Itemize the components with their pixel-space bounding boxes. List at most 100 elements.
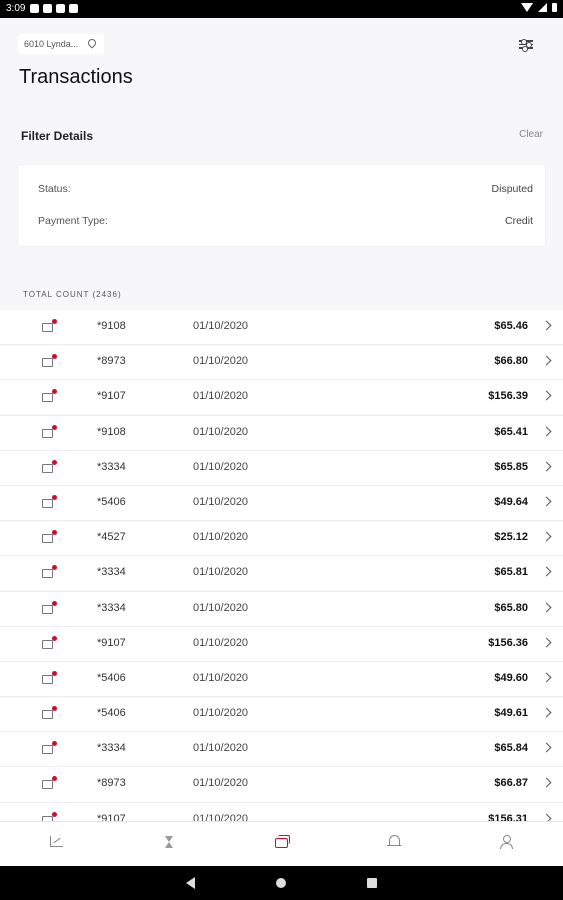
transaction-amount: $65.46 xyxy=(494,320,528,332)
clear-filter-button[interactable]: Clear xyxy=(519,129,543,140)
card-last-four: *3334 xyxy=(97,742,126,755)
chevron-right-icon xyxy=(541,602,552,612)
disputed-card-icon xyxy=(42,459,57,473)
transaction-date: 01/10/2020 xyxy=(193,495,249,508)
transaction-amount: $65.85 xyxy=(494,460,528,473)
chevron-right-icon xyxy=(541,777,552,788)
transaction-row[interactable]: *4527 01/10/2020 $25.12 xyxy=(0,521,563,557)
home-icon[interactable] xyxy=(276,878,286,888)
transaction-amount: $66.80 xyxy=(494,355,528,368)
transaction-amount: $156.39 xyxy=(488,390,528,403)
signal-icon xyxy=(538,3,547,12)
chevron-right-icon xyxy=(541,496,552,507)
transaction-row[interactable]: *9107 01/10/2020 $156.31 xyxy=(0,803,563,821)
card-last-four: *9107 xyxy=(97,636,126,649)
transaction-date: 01/10/2020 xyxy=(193,566,249,579)
transaction-amount: $156.36 xyxy=(488,636,528,649)
transaction-date: 01/10/2020 xyxy=(193,742,249,755)
transaction-amount: $65.41 xyxy=(494,425,528,438)
transaction-date: 01/10/2020 xyxy=(193,390,249,403)
transaction-row[interactable]: *5406 01/10/2020 $49.61 xyxy=(0,697,563,733)
disputed-card-icon xyxy=(42,354,57,368)
disputed-card-icon xyxy=(42,565,57,579)
status-label: Status: xyxy=(38,183,71,195)
transaction-amount: $65.80 xyxy=(494,601,528,614)
card-last-four: *4527 xyxy=(97,531,126,544)
disputed-card-icon xyxy=(42,635,57,649)
chevron-right-icon xyxy=(541,813,552,821)
transaction-date: 01/10/2020 xyxy=(193,812,249,821)
transaction-row[interactable]: *3334 01/10/2020 $65.85 xyxy=(0,451,563,486)
disputed-card-icon xyxy=(42,600,57,614)
transaction-amount: $156.31 xyxy=(488,812,528,821)
status-value: Disputed xyxy=(491,183,533,195)
card-last-four: *3334 xyxy=(97,566,126,579)
disputed-card-icon xyxy=(42,670,57,684)
transaction-date: 01/10/2020 xyxy=(193,777,249,790)
transaction-amount: $65.84 xyxy=(494,742,528,755)
transaction-amount: $66.87 xyxy=(494,777,528,790)
transaction-row[interactable]: *5406 01/10/2020 $49.60 xyxy=(0,662,563,698)
nav-profile-icon[interactable] xyxy=(499,834,515,850)
filter-settings-icon[interactable] xyxy=(519,38,533,51)
transaction-amount: $49.64 xyxy=(494,495,528,508)
transaction-row[interactable]: *9107 01/10/2020 $156.39 xyxy=(0,380,563,416)
card-last-four: *3334 xyxy=(97,460,126,473)
chevron-right-icon xyxy=(541,531,552,542)
card-last-four: *9108 xyxy=(97,425,126,438)
transaction-row[interactable]: *9107 01/10/2020 $156.36 xyxy=(0,627,563,662)
transaction-row[interactable]: *3334 01/10/2020 $65.84 xyxy=(0,732,563,768)
battery-icon xyxy=(552,3,557,12)
card-last-four: *9107 xyxy=(97,812,126,821)
chevron-right-icon xyxy=(541,390,552,401)
transaction-date: 01/10/2020 xyxy=(193,320,249,332)
back-icon[interactable] xyxy=(186,877,195,889)
total-count: TOTAL COUNT (2436) xyxy=(23,290,122,299)
location-pin-icon xyxy=(86,36,98,49)
card-last-four: *5406 xyxy=(97,707,126,720)
location-selector[interactable]: 6010 Lynda... xyxy=(18,34,105,54)
transaction-date: 01/10/2020 xyxy=(193,707,249,720)
transaction-date: 01/10/2020 xyxy=(193,601,249,614)
android-navigation-bar xyxy=(0,866,563,900)
transaction-amount: $49.61 xyxy=(494,707,528,720)
transaction-amount: $25.12 xyxy=(494,531,528,544)
transaction-row[interactable]: *8973 01/10/2020 $66.87 xyxy=(0,767,563,803)
recent-apps-icon[interactable] xyxy=(367,878,377,888)
transaction-date: 01/10/2020 xyxy=(193,355,249,368)
transaction-row[interactable]: *8973 01/10/2020 $66.80 xyxy=(0,345,563,381)
transaction-list: *9108 01/10/2020 $65.46 *8973 01/10/2020 $66.… xyxy=(0,310,563,821)
nav-pending-hourglass-icon[interactable] xyxy=(162,834,178,850)
disputed-card-icon xyxy=(42,424,57,438)
notification-icons xyxy=(30,4,78,13)
card-last-four: *9108 xyxy=(97,320,126,332)
chevron-right-icon xyxy=(541,672,552,683)
transaction-row[interactable]: *9108 01/10/2020 $65.41 xyxy=(0,416,563,451)
chevron-right-icon xyxy=(541,707,552,718)
system-icons xyxy=(521,3,557,12)
filter-status-row: Status: Disputed xyxy=(38,183,533,199)
nav-dashboard-chart-icon[interactable] xyxy=(49,834,65,850)
disputed-card-icon xyxy=(42,389,57,403)
transaction-date: 01/10/2020 xyxy=(193,531,249,544)
filter-payment-type-row: Payment Type: Credit xyxy=(38,215,533,231)
disputed-card-icon xyxy=(42,776,57,790)
transaction-date: 01/10/2020 xyxy=(193,671,249,684)
nav-notifications-bell-icon[interactable] xyxy=(387,834,403,850)
chevron-right-icon xyxy=(541,637,552,648)
disputed-card-icon xyxy=(42,530,57,544)
card-last-four: *8973 xyxy=(97,777,126,790)
transaction-row[interactable]: *5406 01/10/2020 $49.64 xyxy=(0,486,563,522)
disputed-card-icon xyxy=(42,319,57,332)
status-time: 3:09 xyxy=(6,3,26,14)
card-last-four: *3334 xyxy=(97,601,126,614)
transaction-row[interactable]: *3334 01/10/2020 $65.80 xyxy=(0,592,563,627)
transaction-row[interactable]: *9108 01/10/2020 $65.46 xyxy=(0,310,563,346)
filter-details-title: Filter Details xyxy=(21,129,94,143)
bottom-navigation xyxy=(0,821,563,867)
transaction-row[interactable]: *3334 01/10/2020 $65.81 xyxy=(0,556,563,592)
disputed-card-icon xyxy=(42,741,57,755)
transaction-date: 01/10/2020 xyxy=(193,636,249,649)
chevron-right-icon xyxy=(541,320,552,331)
nav-transactions-icon[interactable] xyxy=(274,834,290,850)
